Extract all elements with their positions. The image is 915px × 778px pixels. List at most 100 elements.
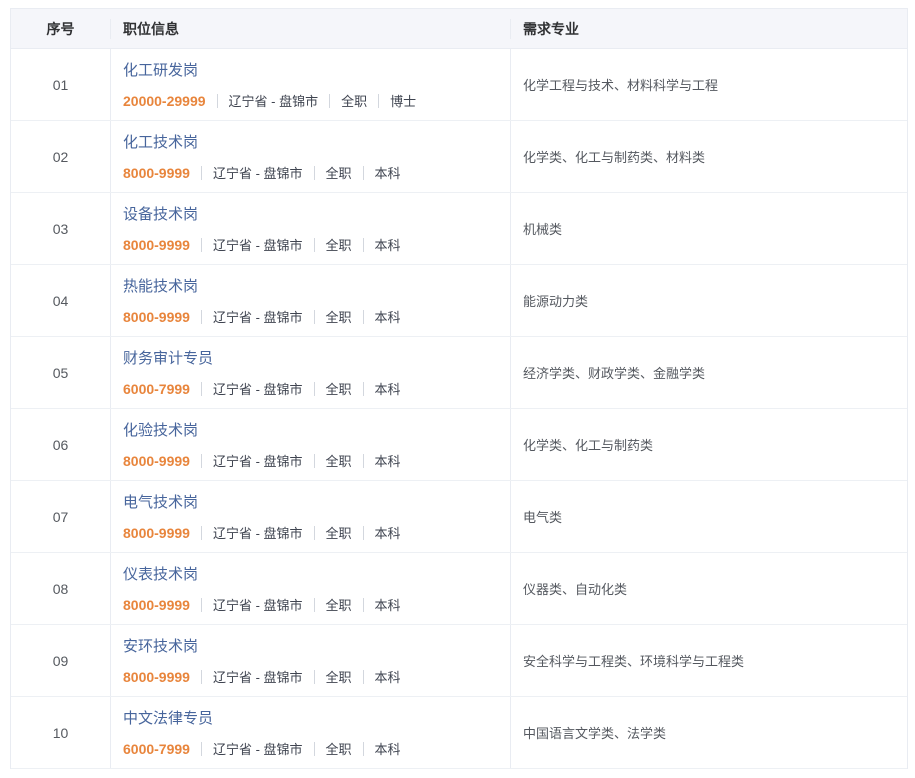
divider (217, 94, 218, 108)
education-requirement: 本科 (375, 595, 401, 614)
job-info-cell: 化工研发岗 20000-29999 辽宁省 - 盘锦市 全职 博士 (111, 49, 511, 120)
salary-range: 8000-9999 (123, 597, 190, 613)
table-row: 10 中文法律专员 6000-7999 辽宁省 - 盘锦市 全职 本科 中国语言… (11, 697, 907, 769)
table-row: 09 安环技术岗 8000-9999 辽宁省 - 盘锦市 全职 本科 安全科学与… (11, 625, 907, 697)
education-requirement: 本科 (375, 451, 401, 470)
divider (314, 382, 315, 396)
divider (363, 310, 364, 324)
job-title-link[interactable]: 电气技术岗 (123, 491, 198, 512)
job-location: 辽宁省 - 盘锦市 (213, 163, 303, 182)
divider (314, 526, 315, 540)
divider (201, 238, 202, 252)
employment-type: 全职 (326, 307, 352, 326)
employment-type: 全职 (326, 235, 352, 254)
education-requirement: 本科 (375, 667, 401, 686)
job-listings-table: 序号 职位信息 需求专业 01 化工研发岗 20000-29999 辽宁省 - … (10, 8, 908, 769)
education-requirement: 博士 (390, 91, 416, 110)
header-job: 职位信息 (111, 19, 511, 39)
divider (201, 166, 202, 180)
employment-type: 全职 (326, 379, 352, 398)
row-seq-number: 08 (11, 553, 111, 624)
row-seq-number: 10 (11, 697, 111, 768)
row-seq-number: 03 (11, 193, 111, 264)
job-title-link[interactable]: 化验技术岗 (123, 419, 198, 440)
table-row: 03 设备技术岗 8000-9999 辽宁省 - 盘锦市 全职 本科 机械类 (11, 193, 907, 265)
job-info-cell: 热能技术岗 8000-9999 辽宁省 - 盘锦市 全职 本科 (111, 265, 511, 336)
divider (363, 598, 364, 612)
header-seq: 序号 (11, 19, 111, 39)
job-info-cell: 仪表技术岗 8000-9999 辽宁省 - 盘锦市 全职 本科 (111, 553, 511, 624)
salary-range: 20000-29999 (123, 93, 206, 109)
employment-type: 全职 (326, 163, 352, 182)
job-title-link[interactable]: 中文法律专员 (123, 707, 213, 728)
job-location: 辽宁省 - 盘锦市 (229, 91, 319, 110)
divider (314, 670, 315, 684)
job-title-link[interactable]: 财务审计专员 (123, 347, 213, 368)
salary-range: 6000-7999 (123, 741, 190, 757)
divider (201, 382, 202, 396)
row-seq-number: 02 (11, 121, 111, 192)
table-body: 01 化工研发岗 20000-29999 辽宁省 - 盘锦市 全职 博士 化学工… (11, 49, 907, 769)
job-location: 辽宁省 - 盘锦市 (213, 739, 303, 758)
row-seq-number: 01 (11, 49, 111, 120)
row-seq-number: 07 (11, 481, 111, 552)
required-majors: 经济学类、财政学类、金融学类 (511, 337, 907, 408)
salary-range: 8000-9999 (123, 669, 190, 685)
employment-type: 全职 (341, 91, 367, 110)
divider (201, 670, 202, 684)
job-meta: 8000-9999 辽宁省 - 盘锦市 全职 本科 (123, 307, 498, 326)
row-seq-number: 09 (11, 625, 111, 696)
employment-type: 全职 (326, 739, 352, 758)
divider (363, 382, 364, 396)
divider (363, 670, 364, 684)
job-meta: 8000-9999 辽宁省 - 盘锦市 全职 本科 (123, 163, 498, 182)
job-info-cell: 化验技术岗 8000-9999 辽宁省 - 盘锦市 全职 本科 (111, 409, 511, 480)
table-row: 08 仪表技术岗 8000-9999 辽宁省 - 盘锦市 全职 本科 仪器类、自… (11, 553, 907, 625)
employment-type: 全职 (326, 595, 352, 614)
job-title-link[interactable]: 设备技术岗 (123, 203, 198, 224)
job-title-link[interactable]: 安环技术岗 (123, 635, 198, 656)
job-title-link[interactable]: 化工技术岗 (123, 131, 198, 152)
education-requirement: 本科 (375, 379, 401, 398)
required-majors: 电气类 (511, 481, 907, 552)
required-majors: 仪器类、自动化类 (511, 553, 907, 624)
job-meta: 8000-9999 辽宁省 - 盘锦市 全职 本科 (123, 235, 498, 254)
job-info-cell: 中文法律专员 6000-7999 辽宁省 - 盘锦市 全职 本科 (111, 697, 511, 768)
job-meta: 8000-9999 辽宁省 - 盘锦市 全职 本科 (123, 667, 498, 686)
job-meta: 6000-7999 辽宁省 - 盘锦市 全职 本科 (123, 379, 498, 398)
divider (314, 166, 315, 180)
header-majors: 需求专业 (511, 19, 907, 39)
required-majors: 中国语言文学类、法学类 (511, 697, 907, 768)
job-title-link[interactable]: 化工研发岗 (123, 59, 198, 80)
job-info-cell: 财务审计专员 6000-7999 辽宁省 - 盘锦市 全职 本科 (111, 337, 511, 408)
salary-range: 8000-9999 (123, 525, 190, 541)
job-meta: 6000-7999 辽宁省 - 盘锦市 全职 本科 (123, 739, 498, 758)
job-location: 辽宁省 - 盘锦市 (213, 595, 303, 614)
divider (201, 742, 202, 756)
salary-range: 8000-9999 (123, 165, 190, 181)
divider (363, 526, 364, 540)
job-info-cell: 化工技术岗 8000-9999 辽宁省 - 盘锦市 全职 本科 (111, 121, 511, 192)
job-info-cell: 安环技术岗 8000-9999 辽宁省 - 盘锦市 全职 本科 (111, 625, 511, 696)
job-meta: 8000-9999 辽宁省 - 盘锦市 全职 本科 (123, 523, 498, 542)
education-requirement: 本科 (375, 235, 401, 254)
row-seq-number: 06 (11, 409, 111, 480)
job-location: 辽宁省 - 盘锦市 (213, 379, 303, 398)
job-title-link[interactable]: 仪表技术岗 (123, 563, 198, 584)
divider (363, 454, 364, 468)
divider (329, 94, 330, 108)
job-location: 辽宁省 - 盘锦市 (213, 235, 303, 254)
row-seq-number: 05 (11, 337, 111, 408)
table-row: 07 电气技术岗 8000-9999 辽宁省 - 盘锦市 全职 本科 电气类 (11, 481, 907, 553)
job-meta: 8000-9999 辽宁省 - 盘锦市 全职 本科 (123, 451, 498, 470)
row-seq-number: 04 (11, 265, 111, 336)
divider (314, 238, 315, 252)
divider (378, 94, 379, 108)
education-requirement: 本科 (375, 739, 401, 758)
required-majors: 化学类、化工与制药类 (511, 409, 907, 480)
employment-type: 全职 (326, 451, 352, 470)
job-info-cell: 设备技术岗 8000-9999 辽宁省 - 盘锦市 全职 本科 (111, 193, 511, 264)
salary-range: 6000-7999 (123, 381, 190, 397)
job-title-link[interactable]: 热能技术岗 (123, 275, 198, 296)
job-info-cell: 电气技术岗 8000-9999 辽宁省 - 盘锦市 全职 本科 (111, 481, 511, 552)
